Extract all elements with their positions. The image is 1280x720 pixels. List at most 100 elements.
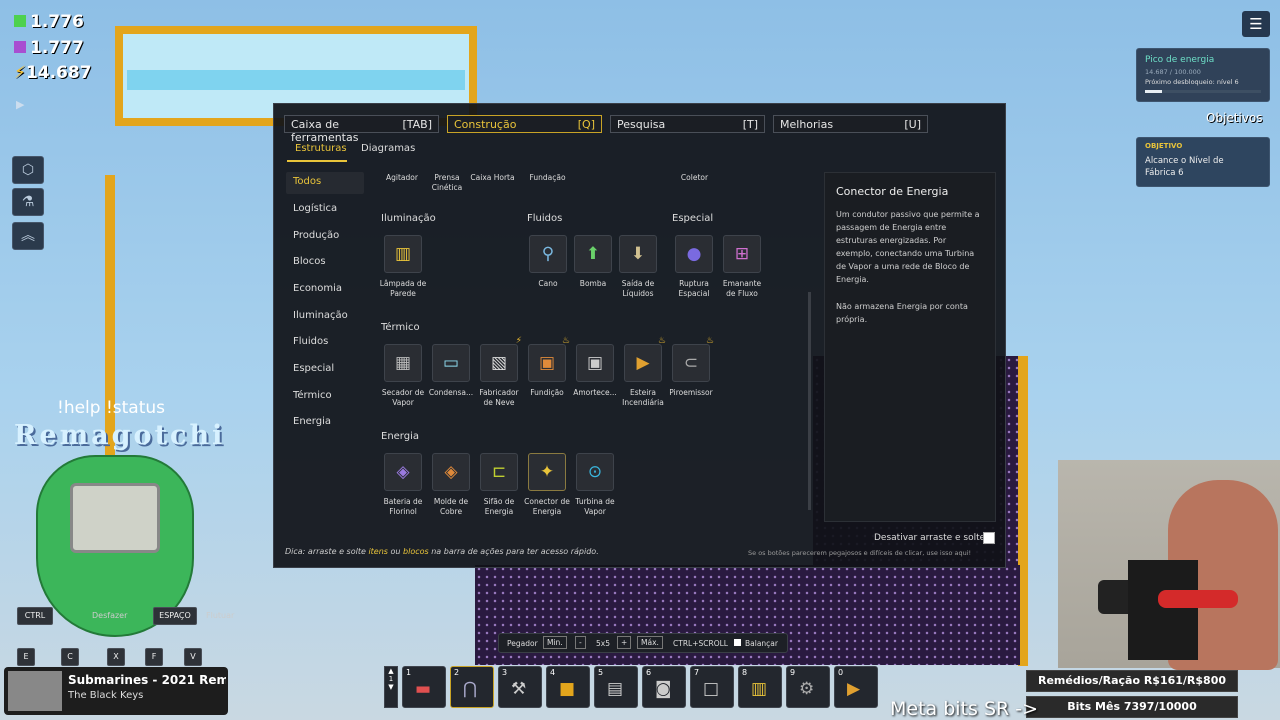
float-label: Flutuar (206, 611, 235, 620)
key-space: ESPAÇO (153, 607, 197, 625)
section-energy: Energia (381, 431, 419, 442)
item-pyroemitter[interactable]: ♨ ⊂ Piroemissor (666, 336, 716, 398)
item-damper[interactable]: ▣ Amortece... (570, 344, 620, 398)
now-playing: Submarines - 2021 Remo The Black Keys (4, 667, 228, 715)
subtab-diagrams[interactable]: Diagramas (361, 143, 415, 154)
item-vapor-dryer[interactable]: ▦ Secador de Vapor (378, 344, 428, 408)
category-lighting[interactable]: Iluminação (286, 306, 364, 328)
item-wall-lamp[interactable]: ▥ Lâmpada de Parede (378, 235, 428, 299)
item-energy-connector[interactable]: ✦ Conector de Energia (522, 453, 572, 517)
song-artist: The Black Keys (68, 690, 144, 701)
category-fluids[interactable]: Fluidos (286, 332, 364, 354)
objective-tag: OBJETIVO (1145, 142, 1183, 150)
flask-icon[interactable]: ⚗ (12, 188, 44, 216)
cube-icon[interactable]: ⬡ (12, 156, 44, 184)
battery-icon: ◈ (384, 453, 422, 491)
category-blocks[interactable]: Blocos (286, 252, 364, 274)
hint-text: Dica: arraste e solte itens ou blocos na… (285, 547, 599, 556)
item-florinol-battery[interactable]: ◈ Bateria de Florinol (378, 453, 428, 517)
hotbar-slot-4[interactable]: 4 ■ (546, 666, 590, 708)
item-pipe[interactable]: ⚲ Cano (523, 235, 573, 289)
detail-note: Não armazena Energia por conta própria. (836, 302, 968, 324)
key-e: E (17, 648, 35, 666)
section-fluids: Fluidos (527, 213, 563, 224)
menu-icon[interactable]: ☰ (1242, 11, 1270, 37)
item-space-rift[interactable]: ● Ruptura Espacial (669, 235, 719, 299)
hotbar-slot-7[interactable]: 7 □ (690, 666, 734, 708)
hotbar-slot-1[interactable]: 1 ▬ (402, 666, 446, 708)
objective-card[interactable]: OBJETIVO Alcance o Nível de Fábrica 6 (1136, 137, 1270, 187)
item-steam-turbine[interactable]: ⊙ Turbina de Vapor (570, 453, 620, 517)
item-garden-box[interactable]: Caixa Horta (470, 173, 515, 183)
item-collector[interactable]: Coletor (672, 173, 717, 183)
category-special[interactable]: Especial (286, 359, 364, 381)
category-energy[interactable]: Energia (286, 412, 364, 434)
min-button[interactable]: Min. (543, 636, 567, 649)
item-liquid-outlet[interactable]: ⬇ Saída de Líquidos (613, 235, 663, 299)
resource-green: 1.776 (14, 12, 84, 32)
play-icon[interactable]: ▶ (16, 98, 24, 111)
chevron-up-icon[interactable]: ︽ (12, 222, 44, 250)
hint-right: Se os botões parecerem pegajosos e difíc… (748, 549, 972, 557)
item-kinetic-press[interactable]: Prensa Cinética (426, 173, 468, 193)
key-ctrl: CTRL (17, 607, 53, 625)
hotbar-slot-10[interactable]: 0 ▶ (834, 666, 878, 708)
item-incendiary-belt[interactable]: ♨ ▶ Esteira Incendiária (618, 336, 668, 408)
gears-icon: ⚙ (799, 679, 815, 699)
hotbar-slot-8[interactable]: 8 ▥ (738, 666, 782, 708)
snow-maker-icon: ▧ (480, 344, 518, 382)
item-copper-mold[interactable]: ◈ Molde de Cobre (426, 453, 476, 517)
undo-label: Desfazer (92, 611, 128, 620)
drag-toggle-checkbox[interactable] (983, 532, 995, 544)
item-foundry[interactable]: ♨ ▣ Fundição (522, 336, 572, 398)
tab-research[interactable]: Pesquisa [T] (610, 115, 765, 133)
category-thermal[interactable]: Térmico (286, 386, 364, 408)
item-snow-maker[interactable]: ⚡ ▧ Fabricador de Neve (474, 336, 524, 408)
hotbar-slot-5[interactable]: 5 ▤ (594, 666, 638, 708)
item-foundation[interactable]: Fundação (525, 173, 570, 183)
objective-text: Alcance o Nível de Fábrica 6 (1145, 156, 1224, 178)
list-scrollbar[interactable] (808, 292, 811, 510)
siphon-icon: ⊏ (480, 453, 518, 491)
category-economy[interactable]: Economia (286, 279, 364, 301)
category-production[interactable]: Produção (286, 226, 364, 248)
energy-next: Próximo desbloqueio: nível 6 (1145, 78, 1239, 86)
dryer-icon: ▦ (384, 344, 422, 382)
size-decrease-button[interactable]: - (575, 636, 586, 649)
hotbar-slot-2[interactable]: 2 ⋂ (450, 666, 494, 708)
connector-icon: ✦ (528, 453, 566, 491)
grabber-icon: ⋂ (463, 679, 477, 699)
balance-label: Balançar (745, 639, 778, 648)
condenser-icon: ▭ (432, 344, 470, 382)
item-pump[interactable]: ⬆ Bomba (568, 235, 618, 289)
category-all[interactable]: Todos (286, 172, 364, 194)
gun-icon: ▬ (415, 679, 432, 699)
subtab-structures[interactable]: Estruturas (295, 143, 347, 154)
emanator-icon: ⊞ (723, 235, 761, 273)
hotbar-slot-6[interactable]: 6 ◙ (642, 666, 686, 708)
brush-toolbar: Pegador Min. - 5x5 + Máx. CTRL+SCROLL Ba… (498, 633, 788, 653)
key-x: X (107, 648, 125, 666)
tab-upgrades[interactable]: Melhorias [U] (773, 115, 928, 133)
max-button[interactable]: Máx. (637, 636, 663, 649)
lamp-icon: ▥ (751, 679, 768, 699)
hotbar-page[interactable]: ▲ 1 ▼ (384, 666, 398, 708)
tab-toolbox[interactable]: Caixa de ferramentas [TAB] (284, 115, 439, 144)
mold-icon: ◈ (432, 453, 470, 491)
hotbar-slot-9[interactable]: 9 ⚙ (786, 666, 830, 708)
build-menu: Caixa de ferramentas [TAB] Construção [Q] … (273, 103, 1006, 568)
tab-construction[interactable]: Construção [Q] (447, 115, 602, 133)
balance-checkbox[interactable] (734, 639, 741, 646)
category-logistics[interactable]: Logística (286, 199, 364, 221)
item-condenser[interactable]: ▭ Condensa... (426, 344, 476, 398)
help-status-text: !help !status (57, 398, 166, 418)
item-energy-siphon[interactable]: ⊏ Sifão de Energia (474, 453, 524, 517)
objectives-label[interactable]: Objetivos (1206, 111, 1263, 125)
key-f: F (145, 648, 163, 666)
energy-value: 14.687 / 100.000 (1145, 68, 1201, 76)
size-increase-button[interactable]: + (617, 636, 632, 649)
hotbar-slot-3[interactable]: 3 ⚒ (498, 666, 542, 708)
detail-panel: Conector de Energia Um condutor passivo … (824, 172, 996, 522)
item-flux-emanator[interactable]: ⊞ Emanante de Fluxo (717, 235, 767, 299)
item-agitator[interactable]: Agitador (382, 173, 422, 183)
